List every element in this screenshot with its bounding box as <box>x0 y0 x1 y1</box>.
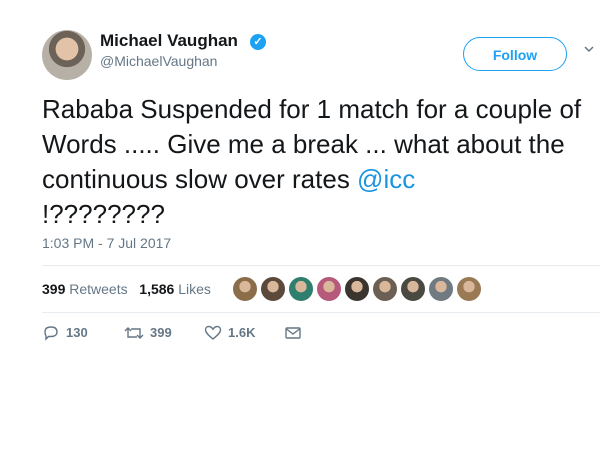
liker-avatar-8[interactable] <box>428 276 454 302</box>
tweet-body: Rababa Suspended for 1 match for a coupl… <box>42 94 582 194</box>
follow-button[interactable]: Follow <box>463 37 567 71</box>
user-handle[interactable]: @MichaelVaughan <box>100 53 217 69</box>
message-icon <box>285 326 301 339</box>
liker-avatar-3[interactable] <box>288 276 314 302</box>
retweets-label[interactable]: Retweets <box>69 281 127 297</box>
chevron-down-icon[interactable] <box>584 44 594 54</box>
divider <box>42 312 600 313</box>
reply-count: 130 <box>66 325 88 341</box>
reply-icon <box>44 325 58 341</box>
verified-badge-icon: ✓ <box>250 34 266 50</box>
liker-avatar-2[interactable] <box>260 276 286 302</box>
liker-avatar-6[interactable] <box>372 276 398 302</box>
divider <box>42 265 600 266</box>
profile-avatar[interactable] <box>42 30 92 80</box>
retweet-icon <box>124 326 144 339</box>
like-count: 1.6K <box>228 325 256 341</box>
mention-link[interactable]: @icc <box>357 164 415 194</box>
liker-avatar-9[interactable] <box>456 276 482 302</box>
likes-label[interactable]: Likes <box>178 281 211 297</box>
display-name[interactable]: Michael Vaughan <box>100 31 238 51</box>
heart-icon <box>204 325 222 340</box>
retweet-button[interactable]: 399 <box>124 324 172 341</box>
liker-avatar-4[interactable] <box>316 276 342 302</box>
liker-avatar-1[interactable] <box>232 276 258 302</box>
tweet-timestamp[interactable]: 1:03 PM - 7 Jul 2017 <box>42 235 171 251</box>
tweet-text: Rababa Suspended for 1 match for a coupl… <box>42 92 590 232</box>
liker-avatar-5[interactable] <box>344 276 370 302</box>
likes-count[interactable]: 1,586 <box>139 281 174 297</box>
tweet-body-end: !???????? <box>42 199 165 229</box>
retweets-count[interactable]: 399 <box>42 281 65 297</box>
reply-button[interactable]: 130 <box>42 324 88 341</box>
tweet-card: Michael Vaughan ✓ @MichaelVaughan Follow… <box>0 0 600 348</box>
retweet-count: 399 <box>150 325 172 341</box>
like-button[interactable]: 1.6K <box>204 324 255 341</box>
liker-avatar-7[interactable] <box>400 276 426 302</box>
message-button[interactable] <box>284 324 302 341</box>
tweet-stats: 399 Retweets 1,586 Likes <box>42 281 211 297</box>
